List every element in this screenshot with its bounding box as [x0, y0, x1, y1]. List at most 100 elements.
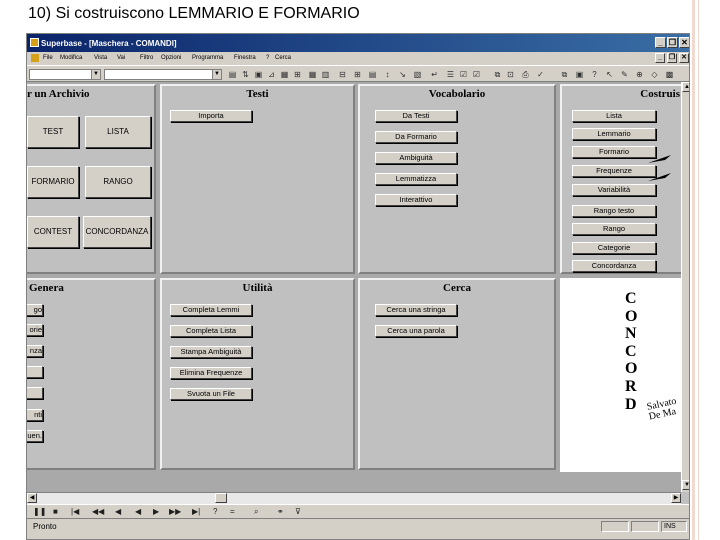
menu-file[interactable]: File [43, 55, 53, 61]
pointer-icon[interactable]: ↖ [604, 69, 615, 80]
menu-vista[interactable]: Vista [94, 55, 107, 61]
archivio-formario-button[interactable]: FORMARIO [27, 166, 79, 198]
costruisci-lista-button[interactable]: Lista [572, 110, 656, 122]
paste-icon[interactable]: ⊡ [505, 69, 516, 80]
previous-record-icon[interactable]: ◀ [115, 507, 121, 516]
genera-button-6[interactable]: nti [27, 409, 43, 421]
link-icon[interactable]: ⊞ [292, 69, 303, 80]
genera-button-5[interactable] [27, 387, 43, 399]
menu-cerca[interactable]: Cerca [275, 55, 291, 61]
ambiguita-button[interactable]: Ambiguità [375, 152, 457, 164]
next-record-icon[interactable]: ▶ [153, 507, 159, 516]
rewind-icon[interactable]: ◀◀ [92, 507, 104, 516]
interattivo-button[interactable]: Interattivo [375, 194, 457, 206]
lemmatizza-button[interactable]: Lemmatizza [375, 173, 457, 185]
copy-icon[interactable]: ⧉ [492, 69, 503, 80]
filter-records-icon[interactable]: ⊽ [295, 507, 301, 516]
arrow-icon[interactable]: ↘ [397, 69, 408, 80]
scroll-left-icon[interactable]: ◀ [27, 493, 37, 503]
doc-restore-button[interactable]: ❐ [667, 53, 677, 63]
record-icon[interactable]: ▤ [227, 69, 238, 80]
search-icon[interactable]: ⌕ [254, 507, 258, 517]
horizontal-scrollbar[interactable]: ◀ ▶ [27, 492, 681, 504]
archivio-contest-button[interactable]: CONTEST [27, 216, 79, 248]
menu-programma[interactable]: Programma [192, 55, 223, 61]
da-testi-button[interactable]: Da Testi [375, 110, 457, 122]
pen-icon[interactable]: ✎ [619, 69, 630, 80]
menu-filtro[interactable]: Filtro [140, 55, 153, 61]
equals-icon[interactable]: = [230, 507, 235, 516]
sort-az-icon[interactable]: ↕ [382, 69, 393, 80]
stop-icon[interactable]: ■ [53, 507, 58, 516]
document-icon[interactable] [31, 54, 39, 62]
genera-button-2[interactable]: orie [27, 324, 43, 336]
return-icon[interactable]: ↵ [429, 69, 440, 80]
genera-button-3[interactable]: nza [27, 345, 43, 357]
archivio-concordanza-button[interactable]: CONCORDANZA [83, 216, 151, 248]
costruisci-variabilita-button[interactable]: Variabilità [572, 184, 656, 196]
app-icon[interactable] [30, 38, 39, 47]
window-icon[interactable]: ⧉ [559, 69, 570, 80]
menu-opzioni[interactable]: Opzioni [161, 55, 181, 61]
archivio-lista-button[interactable]: LISTA [85, 116, 151, 148]
pause-icon[interactable]: ❚❚ [33, 507, 46, 516]
restore-button[interactable]: ❐ [667, 37, 678, 48]
value-combo[interactable]: ▼ [104, 69, 222, 80]
editor-icon[interactable]: ▧ [412, 69, 423, 80]
field-combo[interactable]: ▼ [29, 69, 101, 80]
importa-button[interactable]: Importa [170, 110, 252, 122]
chevron-down-icon[interactable]: ▼ [91, 70, 100, 79]
menu-finestra[interactable]: Finestra [234, 55, 256, 61]
first-record-icon[interactable]: |◀ [71, 507, 79, 516]
genera-button-4[interactable] [27, 366, 43, 378]
filter-icon[interactable]: ⊿ [266, 69, 277, 80]
form-icon[interactable]: ▣ [253, 69, 264, 80]
question-icon[interactable]: ? [589, 69, 600, 80]
genera-button-7[interactable]: uen. [27, 430, 43, 442]
svuota-file-button[interactable]: Svuota un File [170, 388, 252, 400]
check-list-icon[interactable]: ☑ [471, 69, 482, 80]
picture-icon[interactable]: ▣ [574, 69, 585, 80]
help-icon[interactable]: ? [213, 507, 217, 516]
genera-button-1[interactable]: go [27, 304, 43, 316]
menu-modifica[interactable]: Modifica [60, 55, 82, 61]
menu-help[interactable]: ? [266, 55, 269, 61]
cerca-stringa-button[interactable]: Cerca una stringa [375, 304, 457, 316]
archivio-rango-button[interactable]: RANGO [85, 166, 151, 198]
print-icon[interactable]: ⎙ [520, 69, 531, 80]
list-icon[interactable]: ☰ [445, 69, 456, 80]
scroll-right-icon[interactable]: ▶ [671, 493, 681, 503]
check-box-icon[interactable]: ☑ [458, 69, 469, 80]
completa-lemmi-button[interactable]: Completa Lemmi [170, 304, 252, 316]
layout-icon[interactable]: ▤ [367, 69, 378, 80]
expand-icon[interactable]: ⊞ [352, 69, 363, 80]
play-back-icon[interactable]: ◀ [135, 507, 141, 516]
minimize-button[interactable]: _ [655, 37, 666, 48]
stampa-ambiguita-button[interactable]: Stampa Ambiguità [170, 346, 252, 358]
costruisci-concordanza-button[interactable]: Concordanza [572, 260, 656, 272]
chevron-down-icon[interactable]: ▼ [212, 70, 221, 79]
columns-icon[interactable]: ▥ [320, 69, 331, 80]
doc-close-button[interactable]: ✕ [679, 53, 689, 63]
doc-minimize-button[interactable]: _ [655, 53, 665, 63]
zoom-icon[interactable]: ⊕ [634, 69, 645, 80]
grid-icon[interactable]: ▦ [307, 69, 318, 80]
fast-forward-icon[interactable]: ▶▶ [169, 507, 181, 516]
table-icon[interactable]: ▦ [279, 69, 290, 80]
costruisci-categorie-button[interactable]: Categorie [572, 242, 656, 254]
cerca-parola-button[interactable]: Cerca una parola [375, 325, 457, 337]
check-icon[interactable]: ✓ [535, 69, 546, 80]
costruisci-frequenze-button[interactable]: Frequenze [572, 165, 656, 177]
shapes-icon[interactable]: ◇ [649, 69, 660, 80]
palette-icon[interactable]: ▩ [664, 69, 675, 80]
vertical-scrollbar[interactable]: ▲ ▼ [681, 82, 689, 492]
scroll-up-icon[interactable]: ▲ [682, 82, 689, 92]
costruisci-lemmario-button[interactable]: Lemmario [572, 128, 656, 140]
sort-icon[interactable]: ⇅ [240, 69, 251, 80]
menu-vai[interactable]: Vai [117, 55, 125, 61]
close-button[interactable]: ✕ [679, 37, 689, 48]
last-record-icon[interactable]: ▶| [192, 507, 200, 516]
binoculars-icon[interactable]: ⚭ [277, 507, 284, 516]
elimina-frequenze-button[interactable]: Elimina Frequenze [170, 367, 252, 379]
da-formario-button[interactable]: Da Formario [375, 131, 457, 143]
